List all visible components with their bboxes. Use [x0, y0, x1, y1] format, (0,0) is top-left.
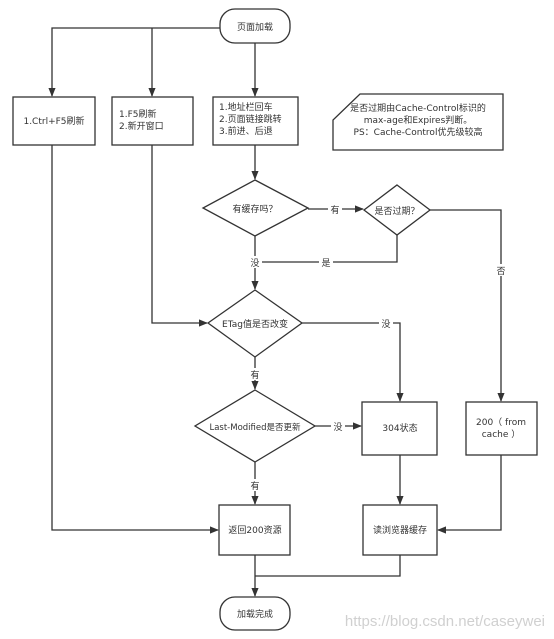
edge-ctrl-f5-to-return	[51, 145, 219, 534]
node-address-bar: 1.地址栏回车 2.页面链接跳转 3.前进、后退	[212, 96, 299, 146]
status-304-label: 304状态	[382, 422, 417, 434]
f5-label-2: 2.新开窗口	[119, 120, 164, 132]
start-label: 页面加载	[237, 21, 273, 33]
etag-label: ETag值是否改变	[222, 318, 288, 330]
from-cache-label-2: cache ）	[482, 429, 521, 440]
decision-last-modified: Last-Modified是否更新	[193, 389, 317, 463]
decision-etag: ETag值是否改变	[206, 289, 304, 358]
node-return-200: 返回200资源	[218, 504, 291, 556]
node-ctrl-f5: 1.Ctrl+F5刷新	[12, 96, 96, 146]
label-has-cache-no: 没	[250, 258, 259, 269]
node-start: 页面加载	[219, 8, 291, 44]
edge-start-to-ctrl-f5	[48, 27, 220, 97]
has-cache-label: 有缓存吗？	[232, 203, 277, 215]
watermark: https://blog.csdn.net/caseywei	[345, 613, 545, 630]
note-line-3: PS：Cache-Control优先级较高	[354, 126, 483, 138]
node-304: 304状态	[361, 401, 438, 456]
label-expired-no: 否	[496, 266, 505, 277]
addr-label-2: 2.页面链接跳转	[219, 113, 282, 125]
label-lm-yes: 有	[250, 480, 259, 492]
edge-f5-to-etag	[151, 145, 208, 327]
note: 是否过期由Cache-Control标识的 max-age和Expires判断。…	[332, 93, 504, 151]
note-line-2: max-age和Expires判断。	[364, 114, 473, 126]
addr-label-3: 3.前进、后退	[219, 125, 273, 137]
edge-expired-no	[430, 209, 505, 402]
from-cache-label-1: 200（ from	[476, 417, 526, 428]
label-has-cache-yes: 有	[330, 204, 339, 216]
return-200-label: 返回200资源	[228, 524, 281, 536]
note-line-1: 是否过期由Cache-Control标识的	[350, 102, 486, 114]
node-from-cache: 200（ from cache ）	[465, 401, 538, 456]
label-etag-no: 没	[381, 319, 390, 330]
f5-label-1: 1.F5刷新	[119, 108, 157, 120]
node-f5: 1.F5刷新 2.新开窗口	[111, 96, 194, 146]
decision-has-cache: 有缓存吗？	[201, 179, 310, 237]
edge-read-cache-to-end	[255, 555, 401, 577]
decision-expired: 是否过期？	[362, 184, 432, 236]
label-lm-no: 没	[333, 422, 342, 433]
label-expired-yes: 是	[321, 258, 330, 269]
ctrl-f5-label: 1.Ctrl+F5刷新	[23, 115, 84, 127]
end-label: 加载完成	[237, 608, 273, 620]
last-modified-label: Last-Modified是否更新	[209, 422, 301, 433]
http-cache-flowchart: 有 没 是 否 没 有 没 有 页面加载 1.Ctrl+F5刷新 1.F5刷新 …	[12, 8, 545, 631]
expired-label: 是否过期？	[374, 205, 419, 217]
node-read-cache: 读浏览器缓存	[362, 504, 438, 556]
addr-label-1: 1.地址栏回车	[219, 101, 273, 113]
edge-from-cache-to-read-cache	[437, 455, 502, 534]
node-end: 加载完成	[219, 596, 291, 631]
edge-etag-no	[302, 322, 404, 402]
read-cache-label: 读浏览器缓存	[373, 524, 427, 536]
label-etag-yes: 有	[250, 369, 259, 381]
